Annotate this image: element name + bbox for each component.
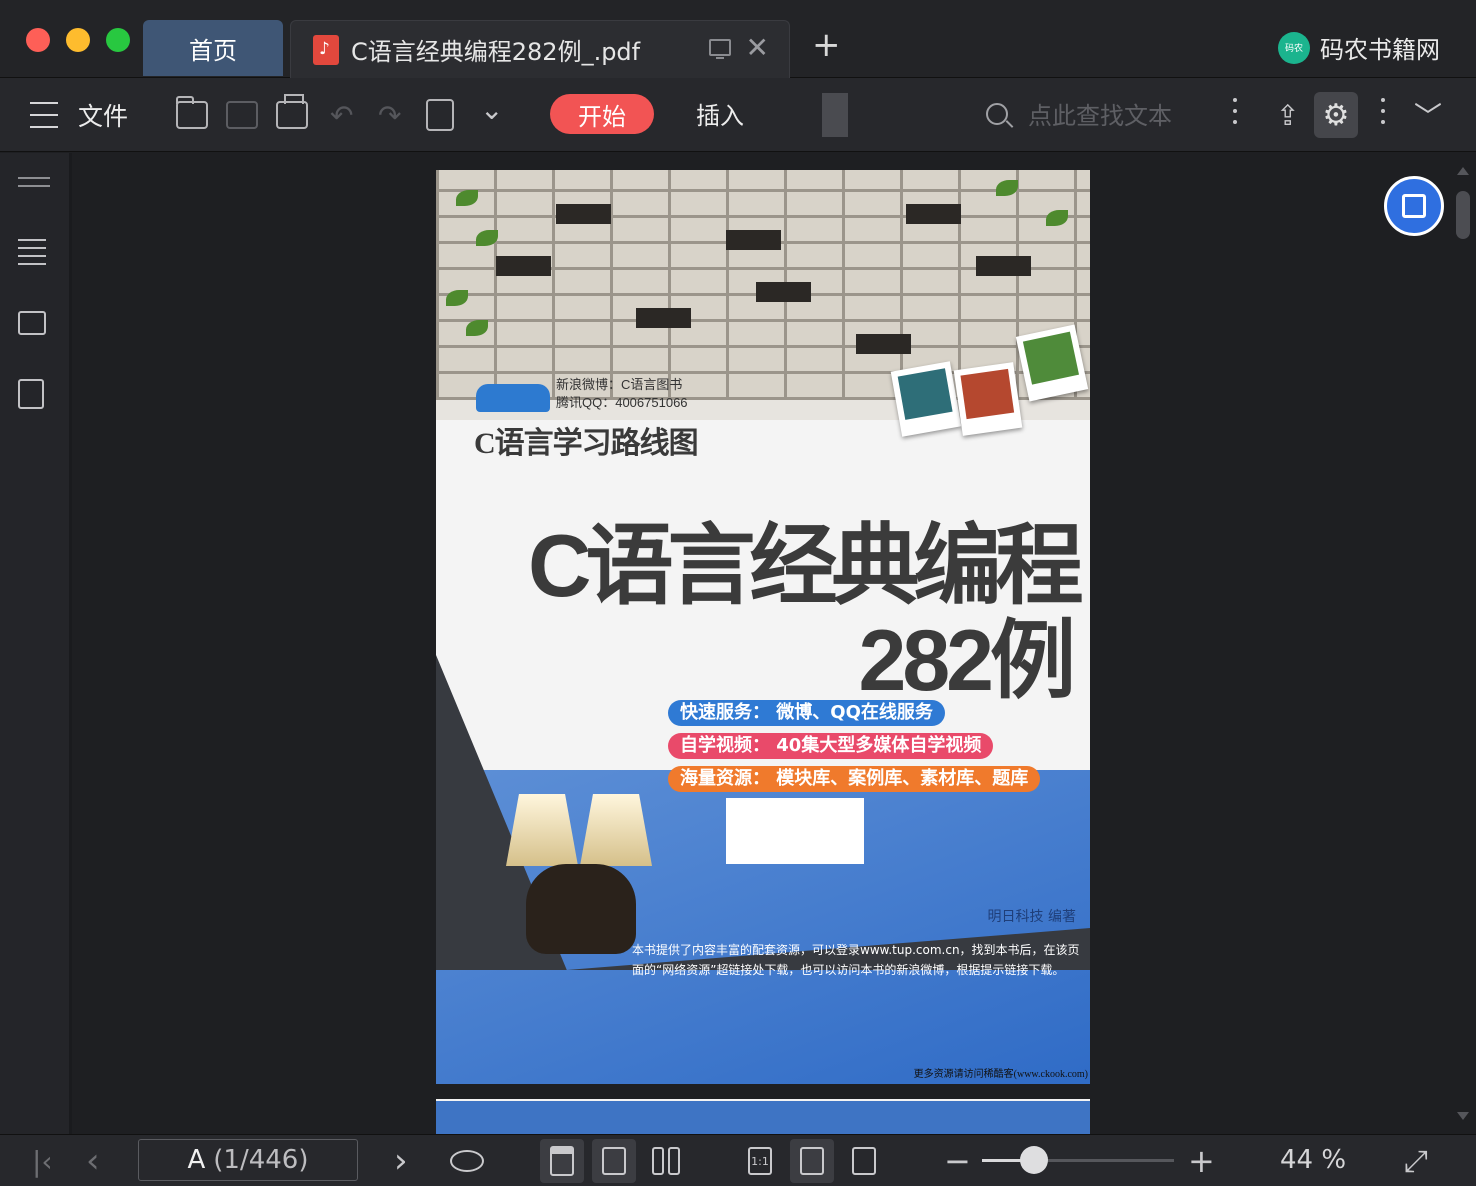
- convert-icon: [426, 99, 454, 131]
- feature-badge: 自学视频： 40集大型多媒体自学视频: [668, 733, 994, 759]
- convert-icon: [1402, 194, 1426, 218]
- feature-badge: 快速服务： 微博、QQ在线服务: [668, 700, 945, 726]
- menu-icon[interactable]: [30, 96, 58, 134]
- pdf-file-icon: [313, 34, 339, 65]
- collapse-toolbar-icon[interactable]: ﹀: [1414, 96, 1442, 134]
- search-icon: [986, 102, 1008, 125]
- close-window-button[interactable]: [26, 28, 50, 52]
- zoom-slider-thumb[interactable]: [1019, 1146, 1048, 1174]
- actual-size-button[interactable]: 1:1: [738, 1139, 782, 1183]
- floating-convert-button[interactable]: [1384, 176, 1444, 236]
- document-tab-title: C语言经典编程282例_.pdf: [351, 38, 641, 66]
- gear-icon: ⚙: [1322, 97, 1350, 133]
- pdf-page-next: [436, 1099, 1090, 1134]
- cover-number: 282例: [858, 613, 1076, 709]
- photo-icon: [890, 361, 962, 437]
- settings-button[interactable]: ⚙: [1314, 92, 1358, 138]
- actual-size-icon: 1:1: [748, 1147, 772, 1175]
- search-placeholder: 点此查找文本: [1028, 102, 1172, 130]
- zoom-slider[interactable]: [982, 1146, 1174, 1174]
- share-icon[interactable]: ⇪: [1276, 96, 1299, 134]
- fullscreen-icon[interactable]: ⤢: [1404, 1143, 1428, 1179]
- first-page-icon[interactable]: |‹: [32, 1143, 53, 1179]
- status-bar: |‹ ‹ A (1/446) › 1:1 − + 44 % ⤢: [0, 1134, 1476, 1186]
- minimize-window-button[interactable]: [66, 28, 90, 52]
- lamp-base-icon: [526, 864, 636, 954]
- close-tab-icon[interactable]: ✕: [746, 33, 769, 63]
- scrollbar-thumb[interactable]: [1456, 191, 1470, 239]
- tab-home[interactable]: 首页: [143, 20, 283, 76]
- current-page-label: A: [187, 1145, 206, 1175]
- search-box[interactable]: 点此查找文本: [986, 96, 1172, 131]
- vertical-scrollbar[interactable]: [1453, 153, 1476, 1134]
- zoom-level[interactable]: 44 %: [1280, 1145, 1346, 1175]
- single-page-button[interactable]: [592, 1139, 636, 1183]
- file-menu[interactable]: 文件: [78, 96, 128, 134]
- brand-logo-icon: 码农: [1278, 31, 1310, 64]
- cover-author: 明日科技 编著: [987, 909, 1076, 925]
- tab-start[interactable]: 开始: [550, 94, 654, 134]
- quick-access-dropdown-icon[interactable]: ⌄: [480, 90, 503, 128]
- cover-white-patch: [726, 798, 864, 864]
- left-sidebar: [0, 153, 72, 1134]
- cover-footer-note: 更多资源请访问稀酷客(www.ckook.com): [913, 1069, 1088, 1080]
- fit-page-icon: [800, 1147, 824, 1175]
- open-folder-button[interactable]: [176, 96, 208, 134]
- eye-icon: [450, 1150, 484, 1172]
- save-icon: [226, 101, 258, 129]
- cover-blurb: 本书提供了内容丰富的配套资源，可以登录www.tup.com.cn，找到本书后，…: [632, 943, 1080, 977]
- redo-icon[interactable]: ↷: [378, 96, 401, 134]
- document-viewport[interactable]: 新浪微博：C语言图书 腾讯QQ：4006751066 C语言学习路线图 C语言经…: [75, 153, 1453, 1134]
- convert-button[interactable]: [426, 96, 454, 134]
- save-button[interactable]: [226, 96, 258, 134]
- fit-width-icon: [852, 1147, 876, 1175]
- pdf-page-cover: 新浪微博：C语言图书 腾讯QQ：4006751066 C语言学习路线图 C语言经…: [436, 170, 1090, 1084]
- single-page-icon: [602, 1147, 626, 1175]
- convert-sidebar-icon[interactable]: [18, 379, 50, 409]
- toolbar-scroll-handle[interactable]: [822, 93, 848, 137]
- next-page-icon[interactable]: ›: [394, 1141, 408, 1181]
- page-number-input[interactable]: A (1/446): [138, 1139, 358, 1181]
- feature-badge: 海量资源： 模块库、案例库、素材库、题库: [668, 766, 1041, 792]
- page-range: (1/446): [213, 1145, 309, 1175]
- eye-care-button[interactable]: [450, 1143, 484, 1179]
- brand-name: 码农书籍网: [1320, 36, 1440, 64]
- continuous-view-button[interactable]: [540, 1139, 584, 1183]
- scroll-down-icon[interactable]: [1457, 1112, 1469, 1120]
- cover-roadmap: C语言学习路线图: [474, 427, 699, 460]
- two-page-button[interactable]: [644, 1139, 688, 1183]
- printer-icon: [276, 94, 308, 129]
- tab-document[interactable]: C语言经典编程282例_.pdf ✕: [290, 20, 790, 78]
- more-options-icon[interactable]: [1233, 98, 1237, 136]
- folder-icon: [176, 96, 208, 129]
- bookmark-logo-icon: [476, 384, 550, 412]
- collapse-icon[interactable]: [18, 177, 50, 187]
- zoom-out-icon[interactable]: −: [944, 1142, 971, 1180]
- tab-insert[interactable]: 插入: [696, 96, 744, 131]
- scroll-up-icon[interactable]: [1457, 167, 1469, 175]
- fit-page-button[interactable]: [790, 1139, 834, 1183]
- monitor-icon[interactable]: [709, 39, 731, 59]
- prev-page-icon[interactable]: ‹: [86, 1141, 100, 1181]
- title-bar: 首页 C语言经典编程282例_.pdf ✕ + 码农 码农书籍网: [0, 0, 1476, 78]
- continuous-view-icon: [550, 1146, 574, 1176]
- zoom-window-button[interactable]: [106, 28, 130, 52]
- brand[interactable]: 码农 码农书籍网: [1278, 30, 1440, 65]
- fit-width-button[interactable]: [842, 1139, 886, 1183]
- undo-icon[interactable]: ↶: [330, 96, 353, 134]
- zoom-in-icon[interactable]: +: [1188, 1142, 1215, 1180]
- print-button[interactable]: [276, 94, 308, 134]
- two-page-icon: [652, 1147, 664, 1175]
- thumbnail-icon[interactable]: [18, 311, 50, 335]
- photo-icon: [953, 362, 1023, 436]
- cover-contact: 新浪微博：C语言图书 腾讯QQ：4006751066: [556, 377, 688, 410]
- outline-icon[interactable]: [18, 239, 50, 265]
- overflow-menu-icon[interactable]: [1381, 98, 1385, 136]
- new-tab-button[interactable]: +: [812, 28, 841, 62]
